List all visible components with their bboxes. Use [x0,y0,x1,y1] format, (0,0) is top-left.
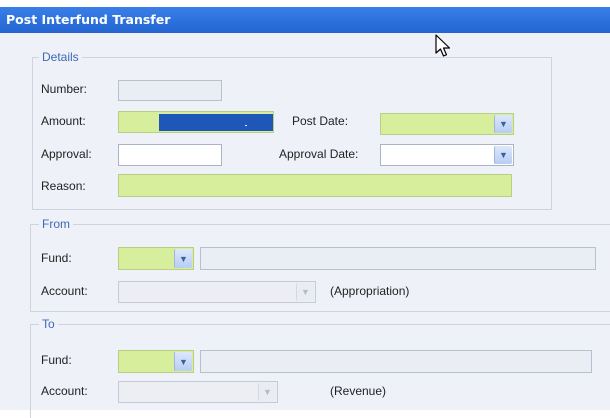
chevron-down-icon[interactable]: ▼ [174,352,192,371]
amount-field[interactable] [118,111,274,133]
to-account-label: Account: [41,384,88,398]
post-date-label: Post Date: [292,114,349,128]
amount-label: Amount: [41,114,86,128]
post-date-field[interactable]: ▼ [380,113,514,135]
number-field[interactable] [118,80,222,101]
from-fund-select[interactable]: ▼ [118,247,194,270]
to-account-note: (Revenue) [330,384,387,398]
chevron-down-icon[interactable]: ▼ [258,383,276,401]
number-label: Number: [41,82,88,96]
approval-label: Approval: [41,147,92,161]
chevron-down-icon[interactable]: ▼ [494,115,512,133]
to-fund-select[interactable]: ▼ [118,350,194,373]
from-fund-description-field[interactable] [200,247,596,270]
to-group-title: To [39,317,58,331]
to-account-select[interactable]: ▼ [118,381,278,403]
chevron-down-icon[interactable]: ▼ [296,283,314,301]
from-account-select[interactable]: ▼ [118,281,316,303]
details-group-title: Details [39,50,82,64]
from-account-note: (Appropriation) [330,284,410,298]
chevron-down-icon[interactable]: ▼ [494,146,512,164]
approval-field[interactable] [118,144,222,166]
window-title: Post Interfund Transfer [0,7,610,33]
approval-date-field[interactable]: ▼ [380,144,514,166]
to-fund-description-field[interactable] [200,350,592,373]
reason-field[interactable] [118,174,512,197]
to-fund-label: Fund: [41,353,72,367]
approval-date-label: Approval Date: [279,147,359,161]
amount-selection-highlight [159,114,273,131]
from-account-label: Account: [41,284,88,298]
from-fund-label: Fund: [41,251,72,265]
post-interfund-transfer-window: Post Interfund Transfer Details Number: … [0,7,610,418]
reason-label: Reason: [41,179,86,193]
from-group-title: From [39,217,73,231]
chevron-down-icon[interactable]: ▼ [174,249,192,268]
